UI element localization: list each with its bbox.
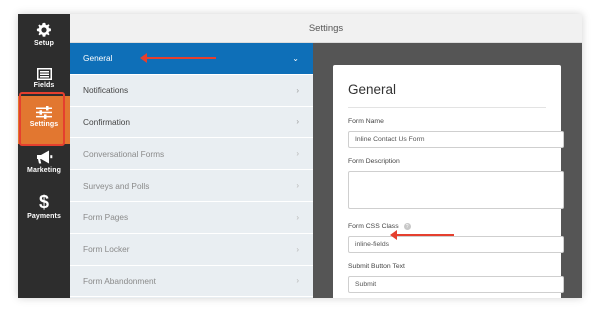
nav-item-form-pages[interactable]: Form Pages › [70,202,313,234]
chevron-right-icon: › [296,212,299,222]
nav-item-label: Confirmation [83,116,131,127]
panel-title: General [348,82,397,97]
nav-item-conversational-forms[interactable]: Conversational Forms › [70,138,313,171]
svg-text:$: $ [39,192,49,211]
nav-item-label: Form Abandonment [83,275,156,286]
rail-item-payments[interactable]: $ Payments [18,192,70,236]
rail-item-setup[interactable]: Setup [18,22,70,64]
left-rail: Setup Fields Settings Marketing $ Paymen… [18,14,70,298]
form-description-label-text: Form Description [348,158,400,165]
rail-item-marketing[interactable]: Marketing [18,150,70,192]
nav-item-label: Form Pages [83,212,129,223]
chevron-right-icon: › [296,244,299,254]
gear-icon [36,22,52,38]
page-title: Settings [308,22,344,34]
nav-item-form-locker[interactable]: Form Locker › [70,234,313,266]
chevron-right-icon: › [296,117,299,127]
rail-item-fields[interactable]: Fields [18,66,70,94]
nav-item-label: Surveys and Polls [83,180,150,191]
chevron-right-icon: › [296,149,299,159]
megaphone-icon [36,150,53,165]
general-settings-panel: General Form Name Inline Contact Us Form… [333,65,564,298]
css-class-value: inline-fields [355,241,390,248]
form-description-textarea[interactable] [348,171,564,209]
form-name-input[interactable]: Inline Contact Us Form [348,131,564,148]
submit-text-label-text: Submit Button Text [348,263,405,270]
nav-item-label: Form Locker [83,244,130,255]
css-class-annotation-arrow [390,230,454,240]
chevron-right-icon: › [296,181,299,191]
rail-label-setup: Setup [34,40,54,47]
form-name-value: Inline Contact Us Form [355,136,425,143]
settings-nav: General ⌄ Notifications › Confirmation ›… [70,43,313,298]
rail-label-marketing: Marketing [27,167,61,174]
form-name-label: Form Name [348,118,546,125]
rail-label-fields: Fields [33,82,55,89]
nav-item-confirmation[interactable]: Confirmation › [70,107,313,139]
top-bar: Settings [70,14,582,43]
title-divider [348,107,546,108]
builder-window: Setup Fields Settings Marketing $ Paymen… [18,14,582,298]
nav-item-notifications[interactable]: Notifications › [70,75,313,107]
settings-panel-area: General Form Name Inline Contact Us Form… [313,43,582,298]
form-name-label-text: Form Name [348,118,384,125]
question-icon[interactable]: ? [403,223,411,230]
chevron-right-icon: › [296,85,299,95]
form-fields-icon [36,68,52,80]
settings-highlight-box [19,92,65,146]
nav-item-surveys-and-polls[interactable]: Surveys and Polls › [70,170,313,202]
submit-text-label: Submit Button Text [348,263,546,270]
css-class-input[interactable]: inline-fields [348,236,564,253]
css-class-label-text: Form CSS Class [348,223,399,230]
submit-text-value: Submit [355,281,377,288]
nav-item-label: Conversational Forms [83,148,165,159]
dollar-icon: $ [37,192,51,211]
form-description-label: Form Description [348,158,546,165]
nav-item-form-abandonment[interactable]: Form Abandonment › [70,266,313,298]
css-class-label: Form CSS Class ? [348,223,546,230]
chevron-down-icon: ⌄ [292,53,299,63]
nav-item-label: Notifications [83,85,129,96]
submit-text-input[interactable]: Submit [348,276,564,293]
general-annotation-arrow [140,53,216,63]
rail-label-payments: Payments [27,213,61,220]
chevron-right-icon: › [296,276,299,286]
